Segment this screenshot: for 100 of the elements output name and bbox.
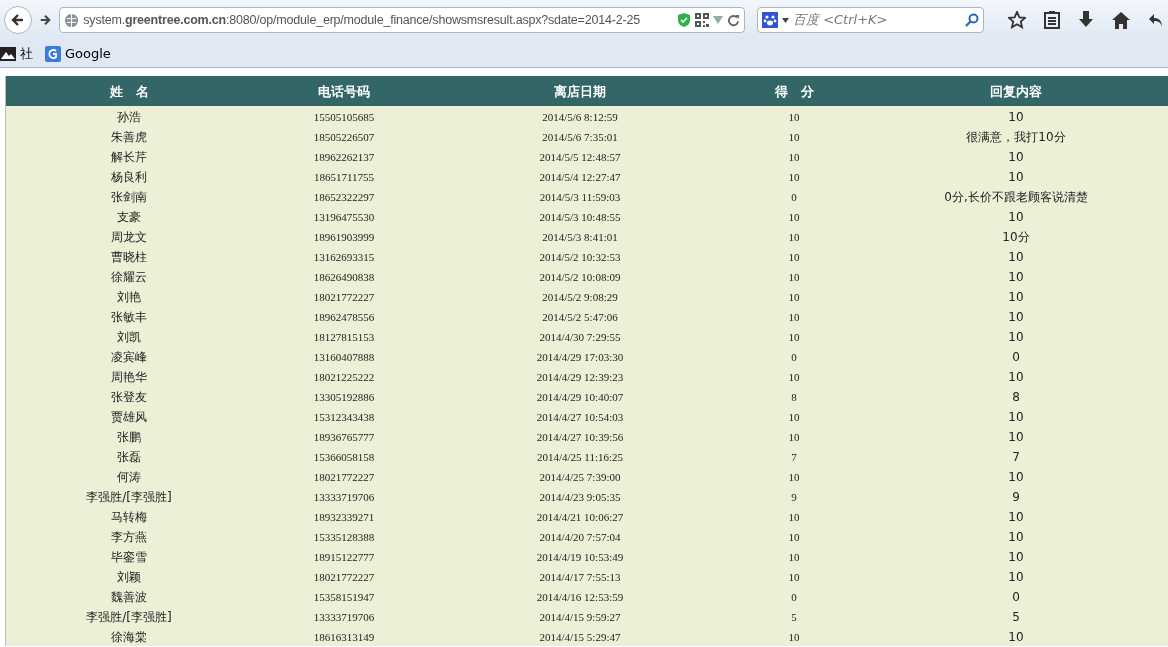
table-cell: 18962478556 [313, 311, 375, 323]
table-cell: 10 [788, 251, 800, 263]
table-cell: 很满意，我打10分 [966, 130, 1066, 144]
download-arrow-icon[interactable] [1078, 11, 1094, 29]
paw-icon[interactable] [762, 12, 778, 28]
column-header: 姓 名 [109, 84, 149, 99]
star-icon[interactable] [1008, 11, 1026, 29]
caret-icon[interactable] [782, 17, 789, 23]
table-cell: 10分 [1002, 230, 1030, 244]
table-cell: 2014/4/29 17:03:30 [536, 351, 624, 363]
table-cell: 2014/5/2 10:32:53 [539, 251, 621, 263]
table-cell: 李强胜/[李强胜] [86, 490, 172, 504]
table-cell: 10 [788, 271, 800, 283]
table-cell: 2014/5/6 7:35:01 [542, 131, 618, 143]
table-cell: 10 [1008, 210, 1024, 224]
table-cell: 张磊 [117, 450, 141, 464]
address-bar[interactable]: system.greentree.com.cn:8080/op/module_erp/module_finance/showsmsresult.aspx?sdate=2014-2-25 [59, 7, 745, 33]
bookmark-link[interactable]: 社 [20, 43, 33, 64]
table-cell: 刘颖 [117, 570, 141, 584]
table-cell: 2014/5/2 10:08:09 [539, 271, 621, 283]
table-cell: 10 [788, 551, 800, 563]
google-favicon-icon [45, 45, 61, 62]
table-cell: 10 [788, 371, 800, 383]
search-icon[interactable] [965, 13, 979, 27]
table-cell: 2014/4/25 7:39:00 [539, 471, 621, 483]
table-cell: 10 [1008, 170, 1024, 184]
table-cell: 2014/5/2 5:47:06 [542, 311, 618, 323]
table-cell: 2014/4/20 7:57:04 [539, 531, 621, 543]
table-cell: 10 [788, 331, 800, 343]
table-cell: 10 [1008, 470, 1024, 484]
back-button[interactable] [4, 6, 32, 34]
table-cell: 10 [788, 431, 800, 443]
table-cell: 9 [791, 491, 797, 503]
table-cell: 2014/5/3 10:48:55 [539, 211, 621, 223]
table-cell: 13333719706 [313, 491, 375, 503]
table-cell: 10 [788, 111, 800, 123]
table-cell: 2014/4/21 10:06:27 [536, 511, 624, 523]
table-cell: 13196475530 [313, 211, 375, 223]
table-cell: 0 [791, 191, 797, 203]
table-cell: 毕銮雪 [111, 550, 147, 564]
url-text: system.greentree.com.cn:8080/op/module_erp/module_finance/showsmsresult.aspx?sdate=2014-2-25 [83, 11, 641, 29]
table-cell: 杨良利 [111, 170, 147, 184]
table-cell: 2014/4/15 5:29:47 [539, 631, 621, 643]
globe-icon [64, 12, 80, 28]
table-cell: 张剑南 [111, 190, 147, 204]
table-cell: 2014/4/29 12:39:23 [536, 371, 624, 383]
table-cell: 2014/4/29 10:40:07 [536, 391, 624, 403]
table-cell: 10 [788, 291, 800, 303]
table-cell: 2014/4/23 9:05:35 [539, 491, 621, 503]
table-cell: 10 [1008, 310, 1024, 324]
table-cell: 8 [1012, 390, 1020, 404]
table-cell: 18021772227 [313, 471, 375, 483]
table-cell: 10 [1008, 290, 1024, 304]
table-cell: 2014/5/2 9:08:29 [542, 291, 618, 303]
table-cell: 10 [1008, 570, 1024, 584]
table-cell: 13160407888 [313, 351, 375, 363]
table-cell: 2014/4/19 10:53:49 [536, 551, 624, 563]
table-cell: 18932339271 [313, 511, 375, 523]
table-cell: 10 [1008, 250, 1024, 264]
column-header: 离店日期 [554, 84, 606, 99]
table-cell: 2014/4/27 10:54:03 [536, 411, 624, 423]
table-cell: 张鹏 [117, 430, 141, 444]
table-cell: 15335128388 [313, 531, 375, 543]
table-cell: 凌宾峰 [111, 350, 147, 364]
table-cell: 18915122777 [313, 551, 375, 563]
search-input[interactable]: 百度 <Ctrl+K> [793, 10, 961, 30]
table-cell: 10 [1008, 550, 1024, 564]
table-cell: 5 [1012, 610, 1020, 624]
table-cell: 何涛 [117, 470, 141, 484]
table-cell: 2014/5/3 11:59:03 [539, 191, 621, 203]
table-cell: 10 [788, 531, 800, 543]
table-cell: 2014/4/15 9:59:27 [539, 611, 621, 623]
search-field[interactable]: 百度 <Ctrl+K> [757, 7, 984, 33]
reload-icon[interactable] [727, 13, 740, 27]
home-icon[interactable] [1112, 11, 1130, 29]
column-header: 电话号码 [318, 84, 370, 99]
clipboard-icon[interactable] [1044, 11, 1060, 29]
table-cell: 18652322297 [313, 191, 375, 203]
table-cell: 18616313149 [313, 631, 375, 643]
table-cell: 18962262137 [313, 151, 375, 163]
table-cell: 18021772227 [313, 571, 375, 583]
table-cell: 15505105685 [313, 111, 375, 123]
bookmark-link[interactable]: Google [65, 43, 111, 64]
qr-code-icon[interactable] [695, 13, 709, 27]
table-cell: 曹晓柱 [111, 250, 147, 264]
table-cell: 2014/5/5 12:48:57 [539, 151, 621, 163]
table-cell: 10 [1008, 510, 1024, 524]
table-cell: 徐耀云 [111, 270, 147, 284]
table-cell: 10 [788, 131, 800, 143]
table-cell: 10 [788, 631, 800, 643]
table-cell: 2014/4/17 7:55:13 [539, 571, 621, 583]
table-cell: 孙浩 [117, 110, 141, 124]
column-header: 得 分 [774, 84, 814, 99]
table-cell: 10 [788, 151, 800, 163]
undo-arrow-icon[interactable] [1148, 12, 1164, 28]
table-cell: 13333719706 [313, 611, 375, 623]
table-cell: 18021225222 [313, 371, 375, 383]
table-cell: 0 [1012, 350, 1020, 364]
table-cell: 10 [788, 471, 800, 483]
table-cell: 13305192886 [313, 391, 375, 403]
